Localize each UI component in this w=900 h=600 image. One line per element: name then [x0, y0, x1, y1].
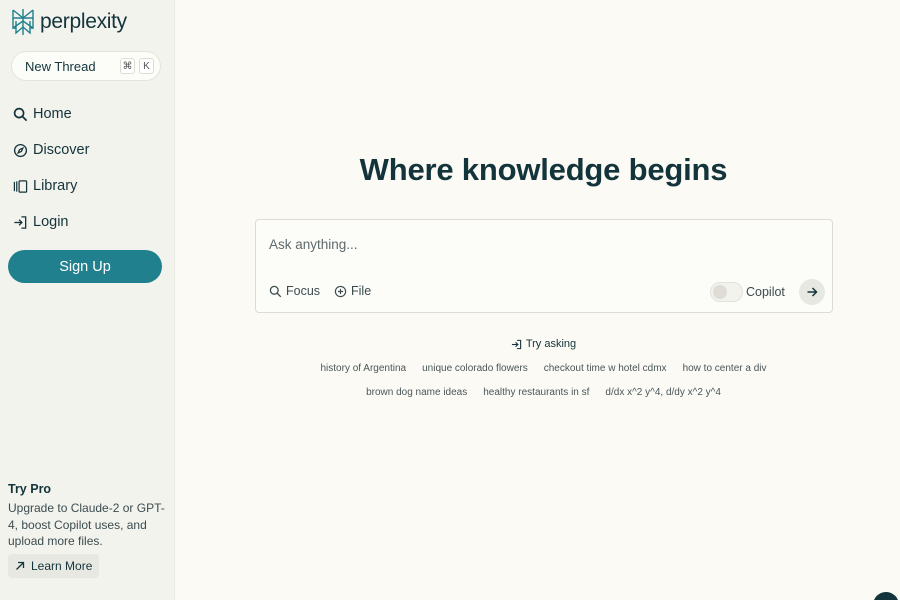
search-icon — [13, 107, 28, 121]
suggestions-row: history of Argentina unique colorado flo… — [175, 363, 900, 374]
search-icon — [269, 285, 282, 297]
arrow-right-icon — [807, 287, 818, 297]
sidebar-item-login[interactable]: Login — [0, 204, 175, 240]
try-asking-header: Try asking — [175, 338, 900, 350]
sidebar-item-label: Discover — [33, 142, 90, 158]
logo-text: perplexity — [40, 10, 127, 33]
sidebar-nav: Home Discover Library Login — [0, 96, 175, 240]
sidebar-item-library[interactable]: Library — [0, 168, 175, 204]
suggestion-chip[interactable]: d/dx x^2 y^4, d/dy x^2 y^4 — [605, 387, 721, 398]
suggestions-row: brown dog name ideas healthy restaurants… — [175, 387, 900, 398]
sidebar-item-label: Login — [33, 214, 69, 230]
suggestion-chip[interactable]: unique colorado flowers — [422, 363, 528, 374]
toggle-knob — [713, 285, 727, 299]
try-asking-label: Try asking — [525, 338, 577, 350]
suggestion-chip[interactable]: healthy restaurants in sf — [483, 387, 589, 398]
file-button[interactable]: File — [334, 284, 371, 298]
shortcut-hint: ⌘ K — [120, 58, 154, 74]
login-icon — [14, 215, 27, 229]
compass-icon — [13, 143, 28, 157]
sidebar-item-label: Library — [33, 178, 78, 194]
kbd-k: K — [139, 58, 154, 74]
copilot-label: Copilot — [746, 285, 785, 299]
try-pro-title: Try Pro — [8, 482, 52, 496]
sidebar: perplexity New Thread ⌘ K Home Discover … — [0, 0, 175, 600]
suggestion-chip[interactable]: how to center a div — [683, 363, 767, 374]
file-label: File — [351, 284, 372, 298]
try-pro-panel: Try Pro Upgrade to Claude-2 or GPT-4, bo… — [8, 482, 168, 578]
logo[interactable]: perplexity — [10, 8, 127, 36]
suggestion-chip[interactable]: history of Argentina — [321, 363, 407, 374]
focus-button[interactable]: Focus — [269, 284, 320, 298]
page-title: Where knowledge begins — [359, 152, 728, 187]
learn-more-button[interactable]: Learn More — [8, 553, 100, 578]
ask-box: Focus File Copilot — [255, 219, 833, 313]
focus-label: Focus — [286, 284, 321, 298]
suggestion-chip[interactable]: brown dog name ideas — [366, 387, 467, 398]
submit-button[interactable] — [799, 279, 825, 305]
perplexity-logo-icon — [12, 9, 34, 35]
new-thread-button[interactable]: New Thread ⌘ K — [11, 51, 161, 81]
kbd-cmd: ⌘ — [120, 58, 135, 74]
plus-circle-icon — [334, 285, 347, 297]
suggestion-chip[interactable]: checkout time w hotel cdmx — [544, 363, 667, 374]
arrow-up-right-icon — [16, 561, 25, 570]
ask-input[interactable] — [269, 234, 809, 254]
login-arrow-icon — [511, 339, 522, 349]
copilot-toggle[interactable] — [710, 282, 743, 302]
sidebar-item-label: Home — [33, 106, 72, 122]
help-button[interactable] — [873, 592, 899, 600]
library-icon — [13, 179, 28, 193]
learn-more-label: Learn More — [31, 558, 93, 573]
sidebar-item-discover[interactable]: Discover — [0, 132, 175, 168]
sign-up-button[interactable]: Sign Up — [8, 250, 162, 283]
new-thread-label: New Thread — [25, 58, 96, 74]
try-pro-description: Upgrade to Claude-2 or GPT-4, boost Copi… — [8, 501, 165, 548]
sidebar-item-home[interactable]: Home — [0, 96, 175, 132]
